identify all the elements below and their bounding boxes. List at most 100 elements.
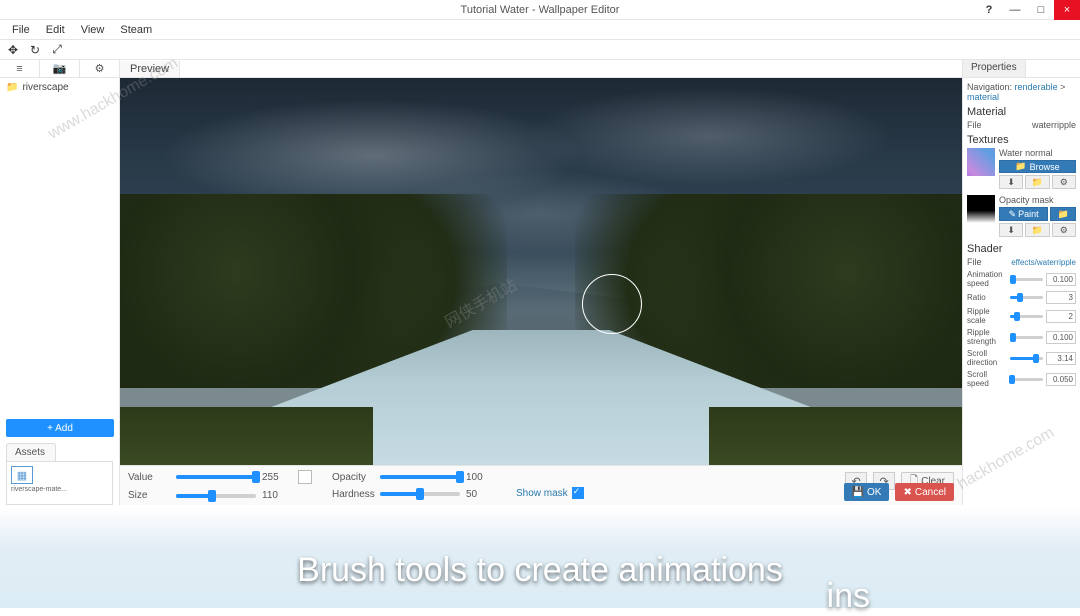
window-controls: ? — □ × [976,0,1080,20]
brush-toolbar: Value 255 Size 110 Opacity 100 Hardness … [120,465,962,505]
mask-open-button[interactable]: 📁 [1050,207,1076,221]
showmask-label: Show mask [516,488,568,499]
size-slider[interactable] [176,494,256,498]
color-swatch[interactable] [298,470,312,484]
scrollspeed-label: Scroll speed [967,370,1007,388]
hardness-slider[interactable] [380,492,460,496]
rotate-tool-icon[interactable]: ↻ [28,43,42,57]
browse-button[interactable]: 📁 Browse [999,160,1076,173]
menu-steam[interactable]: Steam [112,22,160,38]
caption-gradient [0,508,1080,608]
animspeed-slider[interactable] [1010,278,1043,281]
scrolldir-value[interactable]: 3.14 [1046,352,1076,365]
cancel-icon: ✖ [903,487,911,498]
hierarchy-panel: ≡ 📷 ⚙ 📁 riverscape + Add Assets ▦ rivers… [0,60,120,505]
title-bar: Tutorial Water - Wallpaper Editor ? — □ … [0,0,1080,20]
tab-list-icon[interactable]: ≡ [0,60,40,77]
shader-file-label: File [967,257,982,267]
shader-header: Shader [967,243,1076,255]
ripplestrength-slider[interactable] [1010,336,1043,339]
breadcrumb-material[interactable]: material [967,92,999,102]
caption-text: Brush tools to create animations [0,551,1080,590]
scrollspeed-value[interactable]: 0.050 [1046,373,1076,386]
ratio-slider[interactable] [1010,296,1043,299]
paint-button[interactable]: ✎ Paint [999,207,1048,221]
opacity-number: 100 [466,472,496,483]
size-number: 110 [262,490,292,501]
save-icon: 💾 [852,487,864,498]
minimize-button[interactable]: — [1002,0,1028,20]
texture-thumb-waternormal[interactable] [967,148,995,176]
ripplestrength-value[interactable]: 0.100 [1046,331,1076,344]
ripplescale-slider[interactable] [1010,315,1043,318]
ratio-label: Ratio [967,293,1007,302]
maximize-button[interactable]: □ [1028,0,1054,20]
value-number: 255 [262,472,292,483]
shader-file-value[interactable]: effects/waterripple [1011,258,1076,267]
folder-icon: 📁 [1015,161,1026,172]
asset-label: riverscape-mate... [11,486,108,493]
help-button[interactable]: ? [976,0,1002,20]
ratio-value[interactable]: 3 [1046,291,1076,304]
opacity-slider[interactable] [380,475,460,479]
size-label: Size [128,490,170,501]
scene-item[interactable]: 📁 riverscape [6,82,113,93]
animspeed-value[interactable]: 0.100 [1046,273,1076,286]
value-slider[interactable] [176,475,256,479]
asset-thumbnail-icon[interactable]: ▦ [11,466,33,484]
showmask-checkbox[interactable] [572,487,584,499]
preview-tab[interactable]: Preview [120,61,180,77]
mask-folder-button[interactable]: 📁 [1025,223,1049,237]
paint-icon: ✎ [1009,209,1017,220]
center-tabs: Preview [120,60,962,78]
animspeed-label: Animation speed [967,270,1007,288]
move-tool-icon[interactable]: ✥ [6,43,20,57]
hardness-label: Hardness [332,489,374,500]
texture-open-button[interactable]: 📁 [1025,175,1049,189]
scale-tool-icon[interactable]: ⤢ [50,43,64,57]
tool-strip: ✥ ↻ ⤢ [0,40,1080,60]
texture-download-button[interactable]: ⬇ [999,175,1023,189]
ripplescale-value[interactable]: 2 [1046,310,1076,323]
hardness-number: 50 [466,489,496,500]
scene-tree: 📁 riverscape [0,78,119,97]
scene-name: riverscape [22,82,68,93]
mask-settings-button[interactable]: ⚙ [1052,223,1076,237]
texture-name: Opacity mask [999,195,1076,205]
scrolldir-label: Scroll direction [967,349,1007,367]
mask-download-button[interactable]: ⬇ [999,223,1023,237]
tab-settings-icon[interactable]: ⚙ [80,60,119,77]
menu-file[interactable]: File [4,22,38,38]
menu-bar: File Edit View Steam [0,20,1080,40]
breadcrumb-renderable[interactable]: renderable [1015,82,1058,92]
window-title: Tutorial Water - Wallpaper Editor [461,4,620,16]
value-label: Value [128,472,170,483]
preview-viewport[interactable] [120,78,962,465]
menu-edit[interactable]: Edit [38,22,73,38]
texture-thumb-opacitymask[interactable] [967,195,995,223]
folder-icon: 📁 [6,82,18,93]
scrollspeed-slider[interactable] [1010,378,1043,381]
cancel-button[interactable]: ✖ Cancel [895,483,954,501]
workspace: ≡ 📷 ⚙ 📁 riverscape + Add Assets ▦ rivers… [0,60,1080,505]
ripplescale-label: Ripple scale [967,307,1007,325]
properties-tab[interactable]: Properties [963,60,1026,77]
opacity-label: Opacity [332,472,374,483]
scrolldir-slider[interactable] [1010,357,1043,360]
close-button[interactable]: × [1054,0,1080,20]
ripplestrength-label: Ripple strength [967,328,1007,346]
assets-panel: ▦ riverscape-mate... [6,461,113,505]
menu-view[interactable]: View [73,22,113,38]
tab-camera-icon[interactable]: 📷 [40,60,80,77]
brush-cursor [582,274,642,334]
texture-waternormal: Water normal 📁 Browse ⬇ 📁 ⚙ [967,148,1076,189]
texture-settings-button[interactable]: ⚙ [1052,175,1076,189]
textures-header: Textures [967,134,1076,146]
ok-button[interactable]: 💾 OK [844,483,890,501]
assets-tab[interactable]: Assets [6,443,56,461]
texture-name: Water normal [999,148,1076,158]
left-bottom: + Add Assets ▦ riverscape-mate... [0,413,119,505]
add-button[interactable]: + Add [6,419,114,437]
file-value: waterripple [1032,120,1076,130]
caption-fragment: ins [827,577,870,616]
